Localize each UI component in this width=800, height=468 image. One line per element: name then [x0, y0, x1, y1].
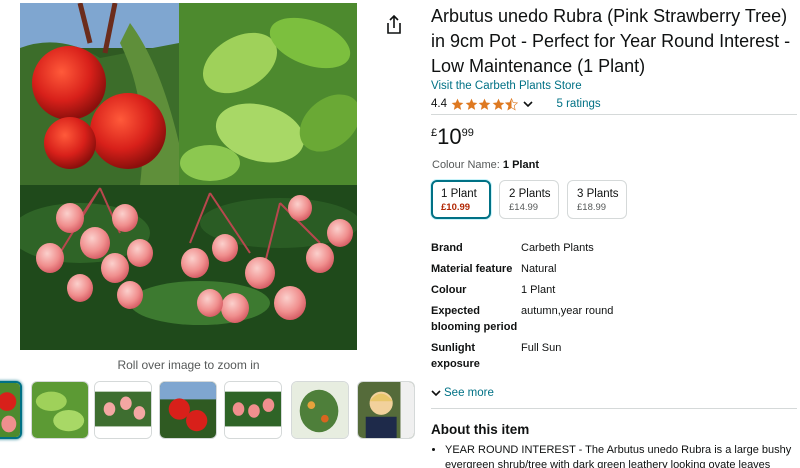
thumbnail-5[interactable] — [224, 381, 282, 439]
price-whole: 10 — [437, 124, 462, 149]
variant-label: Colour Name: 1 Plant — [432, 159, 539, 171]
spec-row: Brand Carbeth Plants — [431, 240, 791, 256]
thumbnail-6[interactable] — [291, 381, 349, 439]
ratings-count-link[interactable]: 5 ratings — [557, 98, 601, 110]
main-product-image[interactable] — [20, 3, 357, 350]
thumbnail-2[interactable] — [31, 381, 89, 439]
variant-price: £10.99 — [441, 202, 471, 213]
spec-value: autumn,year round — [521, 305, 614, 317]
share-button[interactable] — [384, 14, 404, 36]
zoom-hint: Roll over image to zoom in — [117, 358, 260, 372]
variant-option-2-plants[interactable]: 2 Plants £14.99 — [499, 180, 559, 219]
divider — [431, 114, 797, 115]
about-title: About this item — [431, 422, 530, 437]
store-link[interactable]: Visit the Carbeth Plants Store — [431, 80, 582, 92]
see-more-label: See more — [444, 387, 494, 399]
product-specs: Brand Carbeth Plants Material feature Na… — [431, 240, 791, 380]
variant-price: £14.99 — [509, 202, 539, 213]
share-icon — [387, 14, 401, 34]
chevron-down-icon[interactable] — [522, 99, 533, 109]
variant-name: 2 Plants — [509, 188, 551, 200]
spec-value: Carbeth Plants — [521, 242, 594, 254]
star-rating[interactable] — [451, 97, 519, 111]
star-icon — [478, 98, 491, 110]
thumbnail-3[interactable] — [94, 381, 152, 439]
spec-fade-overlay — [431, 366, 791, 380]
about-bullet: YEAR ROUND INTEREST - The Arbutus unedo … — [445, 443, 795, 468]
spec-key: Colour — [431, 284, 467, 296]
spec-value: 1 Plant — [521, 284, 556, 296]
thumbnail-4[interactable] — [159, 381, 217, 439]
star-icon — [465, 98, 477, 110]
variant-option-3-plants[interactable]: 3 Plants £18.99 — [567, 180, 627, 219]
thumbnail-strip — [0, 381, 420, 439]
star-half-icon — [505, 97, 518, 111]
spec-key: Brand — [431, 242, 463, 254]
product-title: Arbutus unedo Rubra (Pink Strawberry Tre… — [431, 6, 791, 76]
star-icon — [451, 98, 464, 110]
star-icon — [492, 98, 504, 110]
variant-price: £18.99 — [577, 202, 607, 213]
thumbnail-1[interactable] — [0, 381, 22, 439]
spec-row: Material feature Natural — [431, 261, 791, 277]
variant-label-text: Colour Name: — [432, 159, 500, 171]
price: £ 10 99 — [431, 124, 474, 150]
rating-value: 4.4 — [431, 98, 447, 110]
variant-selected-name: 1 Plant — [502, 159, 539, 171]
chevron-down-icon — [431, 390, 441, 397]
rating-row: 4.4 5 ratings — [431, 96, 601, 112]
spec-value: Natural — [521, 263, 557, 275]
variant-options: 1 Plant £10.99 2 Plants £14.99 3 Plants … — [431, 180, 635, 219]
variant-name: 3 Plants — [577, 188, 619, 200]
price-fraction: 99 — [461, 127, 474, 139]
about-bullets: YEAR ROUND INTEREST - The Arbutus unedo … — [445, 443, 795, 468]
variant-option-1-plant[interactable]: 1 Plant £10.99 — [431, 180, 491, 219]
divider — [431, 408, 797, 409]
spec-key: Material feature — [431, 263, 513, 275]
see-more-link[interactable]: See more — [431, 387, 494, 399]
spec-table: Brand Carbeth Plants Material feature Na… — [431, 240, 791, 380]
variant-name: 1 Plant — [441, 188, 477, 200]
spec-row: Expected blooming period autumn,year rou… — [431, 303, 791, 335]
spec-row: Colour 1 Plant — [431, 282, 791, 298]
thumbnail-7[interactable] — [357, 381, 415, 439]
spec-key: Expected blooming period — [431, 305, 518, 333]
